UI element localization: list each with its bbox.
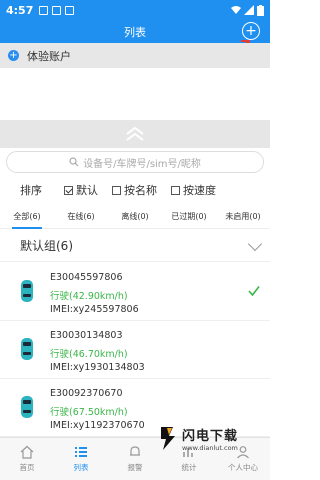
sort-name-label: 按名称 [124, 184, 157, 197]
nav-alarm-label: 报警 [127, 463, 143, 472]
watermark: 闪电下载 www.dianlut.com [158, 418, 270, 458]
lightning-logo-icon [161, 427, 175, 450]
device-id: E30045597806 [50, 272, 123, 283]
search-input[interactable]: 设备号/车牌号/sim号/昵称 [6, 151, 264, 173]
double-chevron-up-icon [126, 126, 144, 141]
group-label: 默认组(6) [20, 239, 73, 253]
sort-label: 排序 [20, 184, 42, 197]
device-imei: IMEI:xy1192370670 [50, 420, 145, 431]
search-placeholder: 设备号/车牌号/sim号/昵称 [83, 158, 201, 170]
device-status: 行驶(46.70km/h) [50, 349, 128, 360]
check-icon [248, 286, 260, 297]
sort-speed-label: 按速度 [183, 184, 216, 197]
chevron-down-icon [247, 236, 263, 252]
notification-icon-3 [65, 5, 75, 15]
device-status: 行驶(42.90km/h) [50, 291, 128, 302]
watermark-title: 闪电下载 [182, 428, 239, 444]
add-account-icon[interactable]: + [8, 50, 19, 61]
tab-inactive[interactable]: 未启用(0) [216, 205, 270, 228]
page-title: 列表 [124, 25, 146, 39]
alarm-icon [130, 446, 140, 456]
nav-home-label: 首页 [19, 463, 35, 472]
checkbox-empty-icon [171, 185, 180, 195]
car-icon [21, 338, 33, 360]
watermark-url: www.dianlut.com [182, 443, 238, 452]
device-imei: IMEI:xy1930134803 [50, 362, 145, 373]
group-header[interactable]: 默认组(6) [0, 230, 270, 262]
sort-default-checkbox[interactable]: 默认 [64, 182, 98, 198]
status-tabs: 全部(6) 在线(6) 离线(0) 已过期(0) 未启用(0) [0, 205, 270, 229]
map-area[interactable] [0, 68, 270, 120]
checkbox-checked-icon [64, 185, 73, 195]
account-label: 体验账户 [27, 49, 71, 63]
plus-circle-icon: + [245, 23, 257, 39]
device-imei: IMEI:xy245597806 [50, 304, 139, 315]
car-icon [21, 280, 33, 302]
home-icon [20, 445, 34, 459]
status-time: 4:57 [6, 3, 34, 17]
device-item[interactable]: E30045597806 行驶(42.90km/h) IMEI:xy245597… [0, 263, 270, 321]
sort-default-label: 默认 [76, 184, 98, 197]
nav-list[interactable]: 列表 [54, 438, 108, 480]
battery-icon [257, 4, 264, 16]
nav-profile-label: 个人中心 [228, 463, 258, 472]
signal-icon [244, 5, 254, 15]
search-section: 设备号/车牌号/sim号/昵称 [0, 148, 270, 176]
sort-row: 排序 默认 按名称 按速度 [0, 178, 270, 202]
wifi-icon [231, 6, 241, 14]
nav-home[interactable]: 首页 [0, 438, 54, 480]
tab-expired[interactable]: 已过期(0) [162, 205, 216, 228]
nav-stats-label: 统计 [181, 463, 197, 472]
list-icon [75, 447, 87, 457]
notification-icon-2 [52, 5, 62, 15]
car-icon [21, 396, 33, 418]
tab-offline[interactable]: 离线(0) [108, 205, 162, 228]
search-icon [69, 157, 79, 167]
device-id: E30030134803 [50, 330, 123, 341]
notification-icon [39, 5, 49, 15]
status-bar: 4:57 [0, 0, 270, 20]
tab-online[interactable]: 在线(6) [54, 205, 108, 228]
sort-speed-checkbox[interactable]: 按速度 [171, 182, 216, 198]
collapse-handle[interactable] [0, 120, 270, 148]
device-status: 行驶(67.50km/h) [50, 407, 128, 418]
device-id: E30092370670 [50, 388, 123, 399]
nav-list-label: 列表 [73, 463, 89, 472]
device-item[interactable]: E30030134803 行驶(46.70km/h) IMEI:xy193013… [0, 321, 270, 379]
tab-all[interactable]: 全部(6) [0, 205, 54, 229]
account-bar[interactable]: + 体验账户 [0, 43, 270, 68]
checkbox-empty-icon [112, 185, 121, 195]
nav-alarm[interactable]: 报警 [108, 438, 162, 480]
device-list: E30045597806 行驶(42.90km/h) IMEI:xy245597… [0, 263, 270, 437]
sort-name-checkbox[interactable]: 按名称 [112, 182, 157, 198]
